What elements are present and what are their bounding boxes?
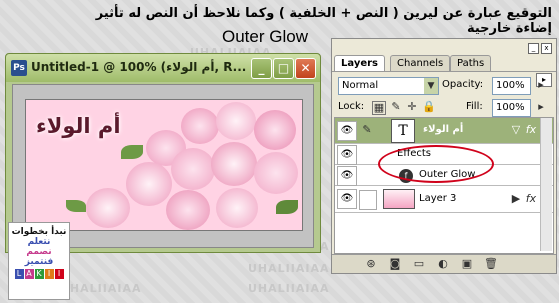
leaf-decoration <box>276 200 298 214</box>
new-layer-icon[interactable]: ▣ <box>460 257 474 271</box>
canvas-image[interactable]: أم الولاء <box>25 99 303 231</box>
text-layer-thumbnail: T <box>391 119 415 143</box>
rose-decoration <box>126 162 172 206</box>
new-set-icon[interactable]: ▭ <box>412 257 426 271</box>
eye-icon[interactable]: 👁 <box>337 189 357 209</box>
link-slot[interactable] <box>359 190 377 210</box>
fill-field[interactable]: 100% <box>492 99 531 117</box>
lock-all-icon[interactable]: 🔒 <box>422 101 436 113</box>
close-button[interactable]: ✕ <box>295 58 316 79</box>
fx-icon: fx <box>525 123 537 136</box>
tab-channels[interactable]: Channels <box>390 55 451 71</box>
watermark: UHALIIAIAA <box>60 282 142 295</box>
minimize-button[interactable]: _ <box>251 58 272 79</box>
eye-icon[interactable]: 👁 <box>337 121 357 141</box>
opacity-field[interactable]: 100% <box>492 77 531 95</box>
rose-decoration <box>216 188 258 228</box>
lock-transparency-icon[interactable]: ▦ <box>372 101 386 115</box>
layer-name: أم الولاء <box>423 124 464 135</box>
blend-mode-value: Normal <box>342 80 379 91</box>
photoshop-icon: Ps <box>11 60 27 76</box>
adjustment-layer-icon[interactable]: ◐ <box>436 257 450 271</box>
document-title-bar[interactable]: Ps Untitled-1 @ 100% (أم الولاء, R... _ … <box>6 54 320 82</box>
blend-mode-select[interactable]: Normal ▼ <box>338 77 439 95</box>
eye-icon[interactable]: 👁 <box>337 145 357 165</box>
scrollbar[interactable] <box>540 118 552 251</box>
canvas-text: أم الولاء <box>36 114 121 138</box>
rose-decoration <box>216 102 256 140</box>
logo-line-3: نصمم <box>26 247 52 257</box>
lock-pixels-icon[interactable]: ✎ <box>390 101 402 113</box>
layer-name: Layer 3 <box>419 193 457 204</box>
eye-icon[interactable]: 👁 <box>337 166 357 186</box>
lock-position-icon[interactable]: ✛ <box>406 101 418 113</box>
caption-arabic: التوقيع عبارة عن ليرين ( النص + الخلفية … <box>95 6 552 36</box>
document-title: Untitled-1 @ 100% (أم الولاء, R... <box>31 60 247 74</box>
rose-decoration <box>254 152 298 194</box>
leaf-decoration <box>66 200 86 212</box>
opacity-slider-icon[interactable]: ▸ <box>535 79 547 91</box>
logo-letter: L <box>14 269 24 279</box>
layer-row-layer3[interactable]: 👁 Layer 3 ▶ fx <box>335 186 553 213</box>
add-mask-icon[interactable]: ◙ <box>388 257 402 271</box>
lock-row: Lock: ▦ ✎ ✛ 🔒 Fill: 100% ▸ <box>332 99 556 117</box>
palette-close-icon[interactable]: x <box>541 43 552 54</box>
opacity-label: Opacity: <box>442 79 484 90</box>
rose-decoration <box>166 190 210 230</box>
logo-letter: A <box>24 269 34 279</box>
rose-decoration <box>254 110 296 150</box>
palette-tabs: Layers Channels Paths ▸ <box>332 55 556 87</box>
collapse-arrow-icon[interactable]: ▽ <box>510 124 522 136</box>
palette-window-controls: _ x <box>526 40 552 54</box>
palette-bottom-bar: ⊛ ◙ ▭ ◐ ▣ 🗑 <box>332 254 556 273</box>
logo-letter: K <box>34 269 44 279</box>
chevron-down-icon: ▼ <box>424 78 438 94</box>
rose-decoration <box>86 188 130 228</box>
layer3-thumbnail <box>383 189 415 209</box>
brush-icon: ✎ <box>362 123 372 136</box>
site-logo: نبدأ بخطوات نتعلم نصمم فنتميز L A K I I <box>8 222 70 300</box>
trash-icon[interactable]: 🗑 <box>484 257 498 271</box>
add-style-icon[interactable]: ⊛ <box>364 257 378 271</box>
rose-decoration <box>171 148 215 190</box>
fill-value: 100% <box>496 102 525 113</box>
outer-glow-highlight-circle <box>378 145 494 183</box>
leaf-decoration <box>121 145 143 159</box>
palette-minimize-icon[interactable]: _ <box>528 43 539 54</box>
blend-row: Normal ▼ Opacity: 100% ▸ <box>332 77 556 95</box>
fx-icon: fx <box>525 192 537 205</box>
maximize-button[interactable]: □ <box>273 58 294 79</box>
logo-letter: I <box>54 269 64 279</box>
opacity-value: 100% <box>496 80 525 91</box>
logo-line-2: نتعلم <box>27 237 51 247</box>
watermark: UHALIIAIAA <box>248 282 330 295</box>
logo-line-1: نبدأ بخطوات <box>11 227 67 237</box>
fill-label: Fill: <box>466 101 483 112</box>
logo-letter: I <box>44 269 54 279</box>
layer-row-text[interactable]: 👁 ✎ T أم الولاء ▽ fx <box>335 118 553 144</box>
watermark: UHALIIAIAA <box>248 262 330 275</box>
logo-color-strip: L A K I I <box>9 269 69 279</box>
expand-arrow-icon[interactable]: ▶ <box>510 193 522 205</box>
logo-line-4: فنتميز <box>24 257 54 267</box>
tab-layers[interactable]: Layers <box>334 55 385 71</box>
rose-decoration <box>181 108 219 144</box>
lock-label: Lock: <box>338 101 365 112</box>
fill-slider-icon[interactable]: ▸ <box>535 101 547 113</box>
caption-english: Outer Glow <box>222 27 308 46</box>
tab-paths[interactable]: Paths <box>450 55 492 71</box>
layer-list: 👁 ✎ T أم الولاء ▽ fx 👁 Effects 👁 ƒ Outer… <box>334 117 554 254</box>
rose-decoration <box>211 142 257 186</box>
